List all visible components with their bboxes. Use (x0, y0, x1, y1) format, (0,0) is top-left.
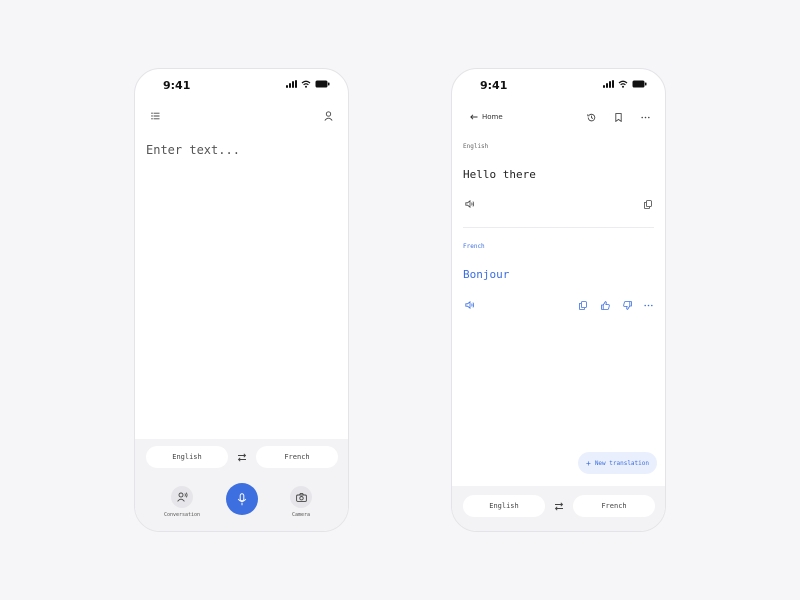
history-button[interactable] (580, 106, 602, 128)
battery-icon (632, 80, 647, 88)
section-divider (463, 227, 654, 228)
copy-icon (579, 300, 587, 310)
plus-icon: + (585, 458, 591, 468)
status-bar: 9:41 (452, 69, 665, 101)
swap-languages-button[interactable] (553, 500, 565, 512)
conversation-label: Conversation (163, 512, 201, 518)
more-icon (643, 304, 653, 306)
language-panel: English French (452, 486, 665, 531)
bookmark-icon (614, 112, 622, 122)
result-screen: 9:41 Home English Hello there French Bon… (451, 68, 666, 532)
more-icon (640, 116, 650, 118)
translated-text: Bonjour (463, 268, 510, 281)
copy-icon (644, 199, 652, 209)
camera-button[interactable] (290, 486, 312, 508)
battery-icon (315, 80, 330, 88)
list-icon (150, 112, 159, 120)
target-language-selector[interactable]: French (573, 495, 655, 517)
thumbs-down-button[interactable] (621, 299, 633, 311)
wifi-icon (301, 80, 311, 88)
new-translation-button[interactable]: + New translation (577, 452, 657, 474)
people-icon (176, 492, 187, 502)
play-translation-button[interactable] (464, 299, 476, 311)
thumbs-up-button[interactable] (599, 299, 611, 311)
language-panel: English French Conversation Camera (135, 439, 348, 531)
copy-source-button[interactable] (642, 198, 654, 210)
status-time: 9:41 (163, 79, 191, 92)
signal-icon (603, 80, 614, 88)
menu-button[interactable] (144, 105, 166, 127)
input-screen: 9:41 Enter text... English French Conver… (134, 68, 349, 532)
copy-translation-button[interactable] (577, 299, 589, 311)
camera-icon (295, 492, 307, 502)
source-language-caption: English (463, 143, 489, 150)
status-bar: 9:41 (135, 69, 348, 101)
speaker-icon (465, 200, 475, 208)
more-translation-button[interactable] (642, 299, 654, 311)
source-language-selector[interactable]: English (463, 495, 545, 517)
arrow-left-icon (470, 114, 478, 120)
profile-button[interactable] (317, 105, 339, 127)
person-icon (323, 111, 333, 121)
target-language-caption: French (463, 243, 485, 250)
swap-arrows-icon (237, 452, 247, 462)
more-button[interactable] (634, 106, 656, 128)
source-language-selector[interactable]: English (146, 446, 228, 468)
microphone-button[interactable] (226, 483, 258, 515)
status-time: 9:41 (480, 79, 508, 92)
thumbs-down-icon (622, 300, 632, 310)
source-text: Hello there (463, 168, 536, 181)
swap-languages-button[interactable] (236, 451, 248, 463)
speaker-icon (465, 301, 475, 309)
back-home-button[interactable]: Home (463, 107, 510, 127)
text-input-placeholder[interactable]: Enter text... (146, 143, 240, 157)
thumbs-up-icon (600, 300, 610, 310)
wifi-icon (618, 80, 628, 88)
swap-arrows-icon (554, 501, 564, 511)
bookmark-button[interactable] (607, 106, 629, 128)
signal-icon (286, 80, 297, 88)
conversation-button[interactable] (171, 486, 193, 508)
microphone-icon (237, 492, 247, 505)
camera-label: Camera (291, 512, 311, 518)
back-home-label: Home (482, 113, 503, 121)
play-source-button[interactable] (464, 198, 476, 210)
target-language-selector[interactable]: French (256, 446, 338, 468)
history-icon (586, 113, 595, 121)
new-translation-label: New translation (594, 459, 649, 467)
